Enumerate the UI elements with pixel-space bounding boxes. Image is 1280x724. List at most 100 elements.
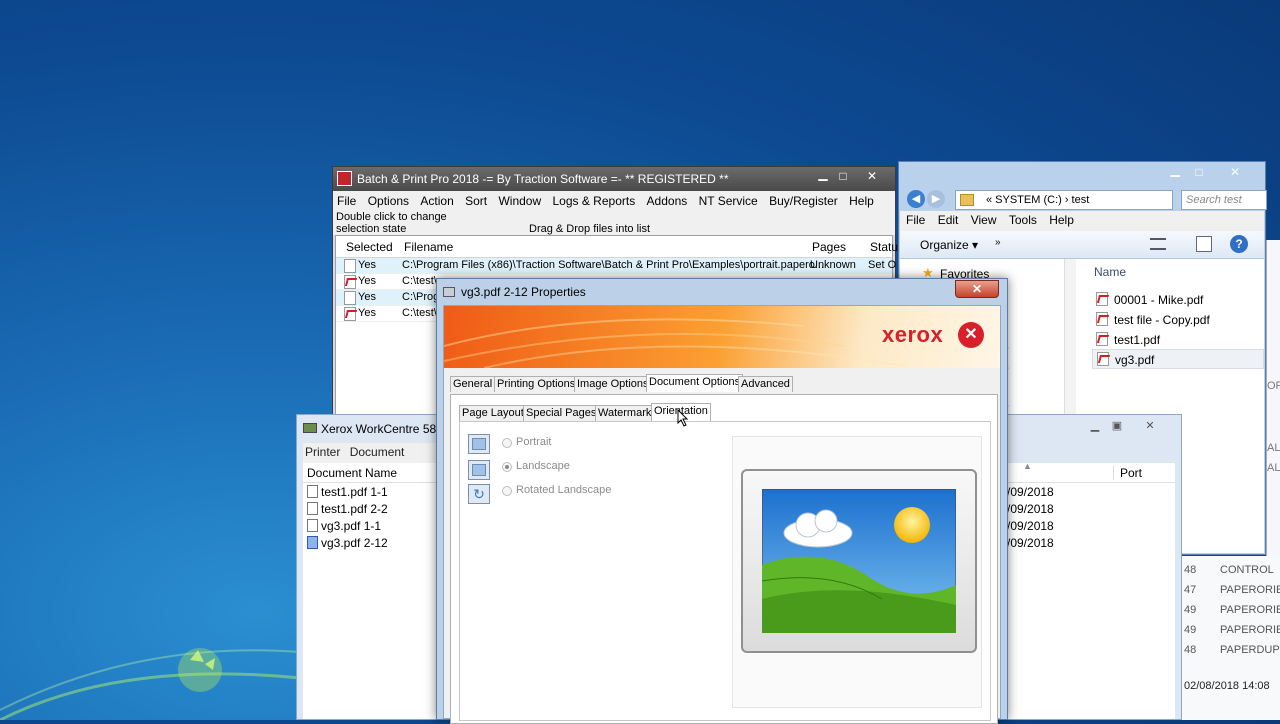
more-commands-icon[interactable]: » <box>995 237 1001 248</box>
file-item[interactable]: vg3.pdf <box>1092 349 1264 369</box>
tab-page-layout[interactable]: Page Layout <box>459 405 527 421</box>
document-icon <box>307 519 318 532</box>
dialog-content: xerox ✕ General Printing Options Image O… <box>443 305 1001 724</box>
bp-maximize-button[interactable]: □ <box>833 167 853 185</box>
rotated-landscape-radio[interactable] <box>502 486 512 496</box>
bp-col-pages[interactable]: Pages <box>812 240 846 254</box>
bp-col-filename[interactable]: Filename <box>404 240 453 254</box>
edge-label: AL <box>1267 462 1280 474</box>
table-row[interactable]: Yes C:\Program Files (x86)\Traction Soft… <box>336 258 896 274</box>
col-document-name[interactable]: Document Name <box>307 466 397 480</box>
bp-col-status[interactable]: Statu <box>870 240 898 254</box>
queue-close-button[interactable]: ✕ <box>1135 419 1165 435</box>
ex-menu-help[interactable]: Help <box>1043 211 1077 227</box>
address-bar[interactable]: « SYSTEM (C:) › test <box>955 190 1173 210</box>
list-id: 48 <box>1184 564 1197 576</box>
pdf-icon <box>344 275 356 289</box>
document-icon <box>307 485 318 498</box>
bp-minimize-button[interactable]: ▁ <box>813 167 833 185</box>
portrait-icon <box>468 434 490 454</box>
tab-image-options[interactable]: Image Options <box>574 376 652 392</box>
ex-minimize-button[interactable]: ▁ <box>1163 162 1187 182</box>
queue-doc-name: vg3.pdf 1-1 <box>321 519 382 533</box>
bp-close-button[interactable]: ✕ <box>853 167 891 185</box>
list-id: 47 <box>1184 584 1197 596</box>
landscape-radio[interactable] <box>502 462 512 472</box>
bp-menu-help[interactable]: Help <box>845 191 878 208</box>
queue-doc-name: test1.pdf 2-2 <box>321 502 388 516</box>
tab-watermark[interactable]: Watermark <box>595 405 655 421</box>
queue-title: Xerox WorkCentre 585 <box>321 422 443 436</box>
row-selected-value: Yes <box>358 259 376 271</box>
printer-icon <box>443 287 455 297</box>
file-item[interactable]: 00001 - Mike.pdf <box>1096 291 1256 309</box>
queue-minimize-button[interactable]: ▁ <box>1085 419 1105 435</box>
bp-menu-nt-service[interactable]: NT Service <box>695 191 762 208</box>
bp-menu-options[interactable]: Options <box>364 191 413 208</box>
search-input[interactable]: Search test <box>1181 190 1267 210</box>
dialog-close-button[interactable]: ✕ <box>955 280 999 298</box>
bp-menu-buy-register[interactable]: Buy/Register <box>765 191 842 208</box>
tab-general[interactable]: General <box>450 376 496 392</box>
bp-menu-sort[interactable]: Sort <box>461 191 491 208</box>
printer-icon <box>303 423 317 433</box>
tab-advanced[interactable]: Advanced <box>738 376 793 392</box>
ex-menu-file[interactable]: File <box>900 211 928 227</box>
queue-maximize-button[interactable]: ▣ <box>1107 419 1127 435</box>
preview-pane-icon[interactable] <box>1196 236 1212 252</box>
mouse-cursor-icon <box>677 409 689 427</box>
ex-menu-view[interactable]: View <box>965 211 1000 227</box>
view-options-icon[interactable] <box>1150 238 1166 250</box>
pdf-icon <box>344 307 356 321</box>
forward-arrow-icon[interactable]: ▶ <box>927 190 945 208</box>
list-id: 48 <box>1184 644 1197 656</box>
tab-special-pages[interactable]: Special Pages <box>523 405 600 421</box>
xerox-logo-icon: ✕ <box>958 322 984 348</box>
ex-close-button[interactable]: ✕ <box>1213 162 1257 182</box>
bp-menu-logs-reports[interactable]: Logs & Reports <box>548 191 639 208</box>
bp-menu-action[interactable]: Action <box>416 191 457 208</box>
properties-dialog: vg3.pdf 2-12 Properties ✕ xerox ✕ Genera… <box>436 278 1008 724</box>
tab-printing-options[interactable]: Printing Options <box>494 376 579 392</box>
landscape-preview-image <box>762 489 956 633</box>
help-icon[interactable]: ? <box>1230 235 1248 253</box>
bp-menu-window[interactable]: Window <box>494 191 545 208</box>
bp-list-header: Selected Filename Pages Statu <box>336 236 898 258</box>
background-list-right: 48 CONTROL 47 PAPERORIE 49 PAPERORIE 49 … <box>1182 556 1280 720</box>
bp-menubar: File Options Action Sort Window Logs & R… <box>333 191 895 211</box>
batch-print-titlebar[interactable]: Batch & Print Pro 2018 -= By Traction So… <box>333 167 895 191</box>
portrait-radio[interactable] <box>502 438 512 448</box>
ex-menu-edit[interactable]: Edit <box>932 211 962 227</box>
pdf-icon <box>1096 332 1108 346</box>
queue-menu-printer[interactable]: Printer <box>303 443 344 459</box>
queue-doc-date: /09/2018 <box>1007 519 1054 533</box>
explorer-menubar: File Edit View Tools Help <box>900 211 1264 231</box>
pdf-icon <box>1096 292 1108 306</box>
ex-menu-tools[interactable]: Tools <box>1003 211 1040 227</box>
landscape-label: Landscape <box>516 460 570 472</box>
file-item[interactable]: test file - Copy.pdf <box>1096 311 1256 329</box>
bp-hint-line1: Double click to change <box>336 211 447 223</box>
file-name: test file - Copy.pdf <box>1114 313 1210 327</box>
ex-maximize-button[interactable]: □ <box>1187 162 1211 182</box>
bp-menu-file[interactable]: File <box>333 191 360 208</box>
dialog-titlebar[interactable]: vg3.pdf 2-12 Properties <box>437 279 1007 305</box>
row-selected-value: Yes <box>358 291 376 303</box>
queue-menu-document[interactable]: Document <box>348 443 409 459</box>
col-port[interactable]: Port <box>1113 466 1142 480</box>
xerox-banner: xerox ✕ <box>444 306 1000 368</box>
bp-col-selected[interactable]: Selected <box>346 240 393 254</box>
bp-drag-hint: Drag & Drop files into list <box>529 223 651 235</box>
tab-document-options[interactable]: Document Options <box>646 374 744 392</box>
batch-print-app-icon <box>337 171 352 186</box>
organize-button[interactable]: Organize ▾ <box>920 238 978 252</box>
back-arrow-icon[interactable]: ◀ <box>907 190 925 208</box>
column-header-name[interactable]: Name <box>1094 265 1126 279</box>
landscape-preview <box>741 469 977 653</box>
bp-hint-bar: Double click to change selection state D… <box>333 209 895 235</box>
explorer-address-row: ◀ ▶ « SYSTEM (C:) › test Search test <box>907 188 1267 210</box>
bp-menu-addons[interactable]: Addons <box>643 191 692 208</box>
queue-doc-date: /09/2018 <box>1007 502 1054 516</box>
orientation-preview-area <box>732 436 982 708</box>
file-item[interactable]: test1.pdf <box>1096 331 1256 349</box>
